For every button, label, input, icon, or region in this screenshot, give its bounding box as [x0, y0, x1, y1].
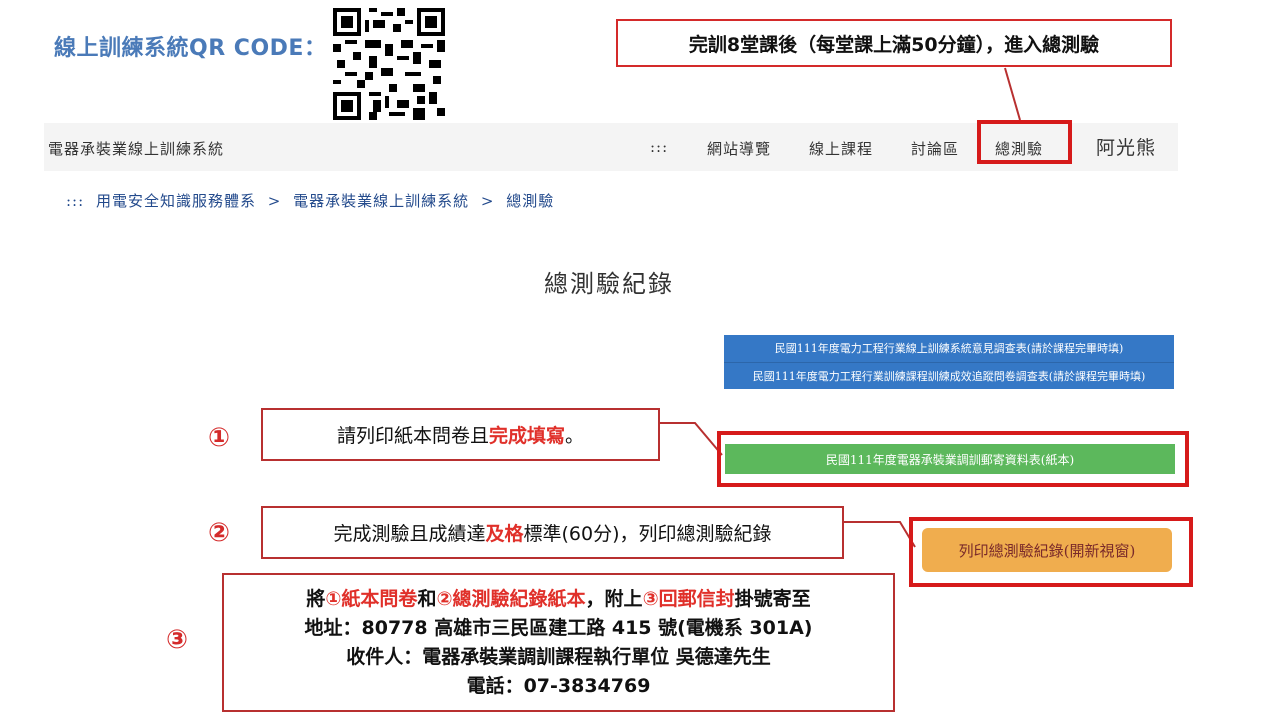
- mail-item-return-envelope: ③回郵信封: [642, 588, 735, 610]
- page-title: 總測驗紀錄: [544, 270, 674, 298]
- survey-button-effectiveness[interactable]: 民國111年度電力工程行業訓練課程訓練成效追蹤問卷調查表(請於課程完畢時填): [724, 362, 1174, 390]
- step2-number: ②: [208, 518, 231, 548]
- mail-item-exam-record: ②總測驗紀錄紙本: [436, 588, 586, 610]
- mailing-form-highlight: [717, 431, 1189, 487]
- survey-button-group: 民國111年度電力工程行業線上訓練系統意見調查表(請於課程完畢時填) 民國111…: [724, 335, 1174, 389]
- breadcrumb: ::: 用電安全知識服務體系 > 電器承裝業線上訓練系統 > 總測驗: [66, 190, 560, 211]
- mailing-address: 地址：80778 高雄市三民區建工路 415 號(電機系 301A): [304, 617, 813, 639]
- mail-text: 和: [417, 588, 437, 610]
- step1-text-a: 請列印紙本問卷且: [336, 425, 489, 447]
- survey-button-opinion[interactable]: 民國111年度電力工程行業線上訓練系統意見調查表(請於課程完畢時填): [724, 335, 1174, 362]
- nav-final-exam-highlight: [977, 120, 1072, 164]
- mail-text: ，附上: [585, 588, 643, 610]
- nav-accesskey[interactable]: :::: [650, 138, 668, 156]
- mailing-instruction-line: 將①紙本問卷和②總測驗紀錄紙本，附上③回郵信封掛號寄至: [224, 585, 893, 614]
- mailing-phone: 電話：07-3834769: [466, 675, 651, 697]
- mailing-recipient: 收件人：電器承裝業調訓課程執行單位 吳德達先生: [346, 646, 771, 668]
- mailing-address-callout: 將①紙本問卷和②總測驗紀錄紙本，附上③回郵信封掛號寄至 地址：80778 高雄市…: [222, 573, 895, 712]
- step1-callout: 請列印紙本問卷且 完成填寫。: [261, 408, 660, 461]
- breadcrumb-current: 總測驗: [506, 192, 555, 210]
- print-exam-record-highlight: [909, 517, 1193, 587]
- nav-forum[interactable]: 討論區: [911, 138, 959, 159]
- breadcrumb-home[interactable]: 用電安全知識服務體系: [96, 192, 256, 210]
- step2-callout: 完成測驗且成績達 及格 標準(60分)，列印總測驗紀錄: [261, 506, 844, 559]
- step3-number: ③: [166, 625, 189, 655]
- step1-number: ①: [208, 423, 231, 453]
- breadcrumb-separator: >: [480, 192, 495, 210]
- mail-item-questionnaire: ①紙本問卷: [325, 588, 418, 610]
- mail-text: 掛號寄至: [734, 588, 811, 610]
- mail-text: 將: [306, 588, 326, 610]
- breadcrumb-separator: >: [267, 192, 282, 210]
- step1-text-highlight: 完成填寫: [488, 425, 565, 447]
- breadcrumb-accesskey[interactable]: :::: [66, 192, 84, 210]
- breadcrumb-system[interactable]: 電器承裝業線上訓練系統: [293, 192, 469, 210]
- nav-online-courses[interactable]: 線上課程: [809, 138, 873, 159]
- step1-text-b: 。: [565, 425, 585, 447]
- step2-text-b: 標準(60分)，列印總測驗紀錄: [523, 523, 772, 545]
- user-name[interactable]: 阿光熊: [1096, 133, 1156, 160]
- site-title[interactable]: 電器承裝業線上訓練系統: [48, 138, 224, 159]
- step2-text-a: 完成測驗且成績達: [333, 523, 486, 545]
- step2-text-highlight: 及格: [485, 523, 524, 545]
- nav-sitemap[interactable]: 網站導覽: [707, 138, 771, 159]
